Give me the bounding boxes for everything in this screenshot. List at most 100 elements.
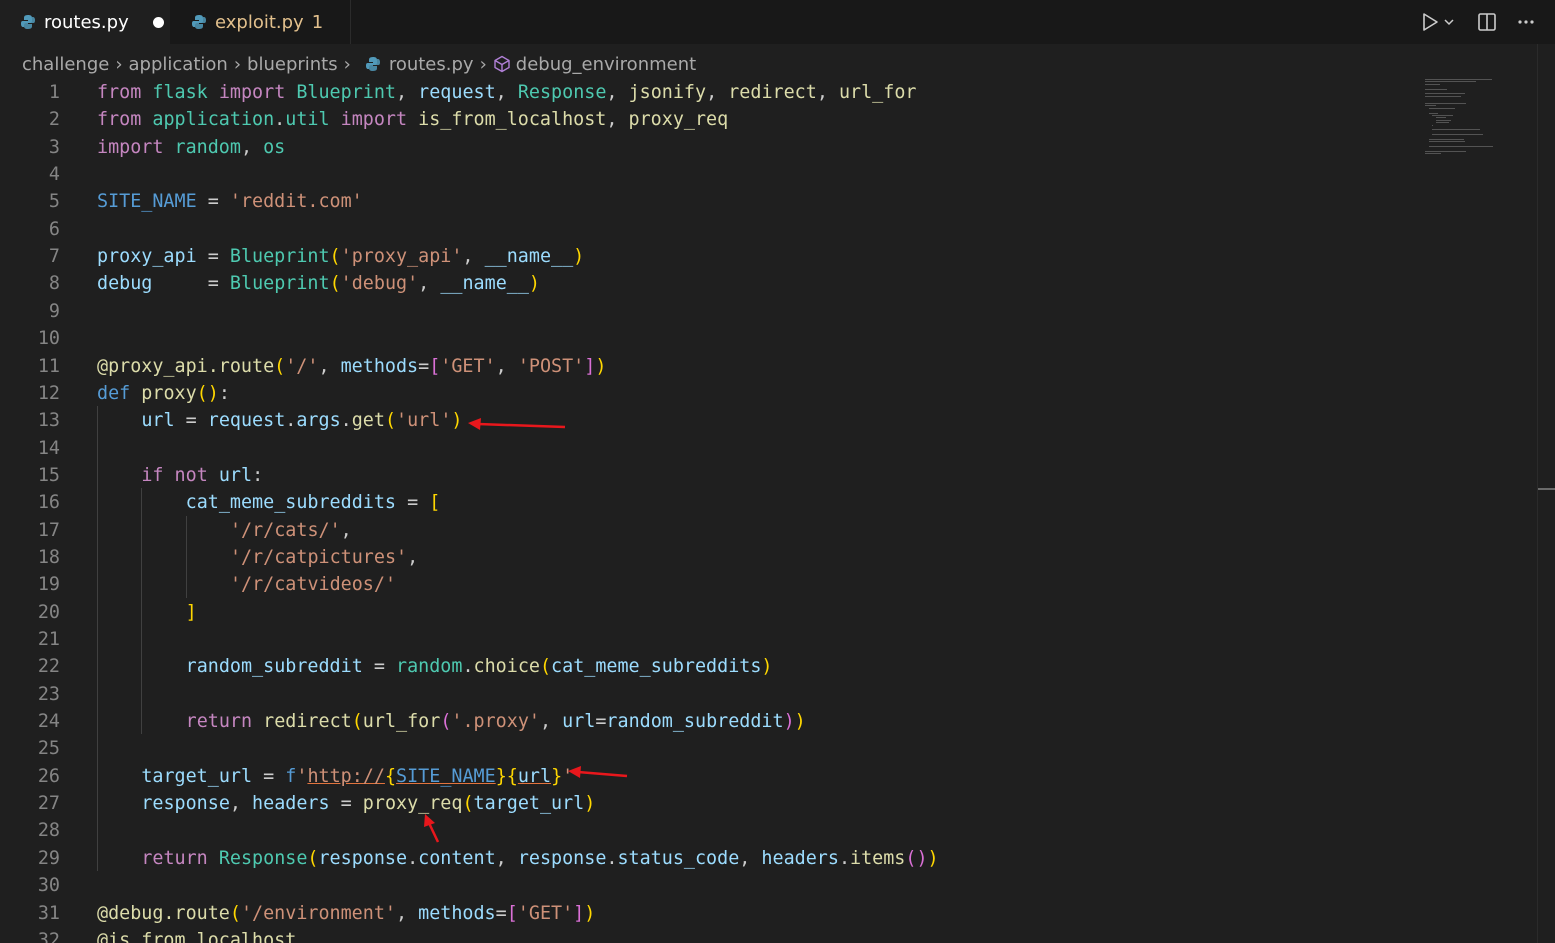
- code-text: random_subreddit = random.choice(cat_mem…: [185, 656, 773, 678]
- breadcrumb-item-application[interactable]: application: [129, 54, 228, 75]
- code-line[interactable]: 19 '/r/catvideos/': [0, 571, 1537, 598]
- chevron-right-icon: ›: [115, 53, 123, 75]
- line-number: 7: [48, 246, 60, 268]
- code-text: '/r/cats/',: [229, 519, 352, 541]
- chevron-down-icon[interactable]: [1443, 16, 1455, 28]
- code-text: import random, os: [97, 136, 286, 158]
- line-number: 31: [37, 902, 60, 924]
- minimap-line: [1432, 134, 1483, 136]
- line-number: 10: [37, 328, 60, 350]
- code-line[interactable]: 20 ]: [0, 599, 1537, 626]
- line-number: 4: [48, 164, 60, 186]
- breadcrumb-item-routes-py[interactable]: routes.py: [389, 54, 474, 75]
- line-number: 12: [37, 382, 60, 404]
- vertical-scrollbar[interactable]: [1537, 44, 1555, 943]
- python-file-icon: [365, 56, 381, 72]
- chevron-right-icon: ›: [343, 53, 351, 75]
- code-line[interactable]: 26 target_url = f'http://{SITE_NAME}{url…: [0, 763, 1537, 790]
- unsaved-dot-icon[interactable]: [152, 16, 164, 28]
- code-line[interactable]: 7 proxy_api = Blueprint('proxy_api', __na…: [0, 243, 1537, 270]
- code-line[interactable]: 21: [0, 626, 1537, 653]
- code-line[interactable]: 23: [0, 681, 1537, 708]
- code-text: from flask import Blueprint, request, Re…: [97, 82, 917, 103]
- cube-method-icon: [493, 55, 511, 73]
- code-text: url = request.args.get('url'): [141, 410, 463, 432]
- code-editor[interactable]: 1 from flask import Blueprint, request, R…: [0, 78, 1537, 943]
- minimap-line: [1425, 93, 1465, 95]
- code-line[interactable]: 25: [0, 735, 1537, 762]
- code-text: return redirect(url_for('.proxy', url=ra…: [185, 711, 806, 733]
- line-number: 5: [48, 191, 60, 213]
- line-number: 25: [37, 738, 60, 760]
- line-number: 3: [48, 136, 60, 158]
- code-text: from application.util import is_from_loc…: [97, 109, 729, 131]
- minimap-line: [1432, 124, 1434, 126]
- code-text: if not url:: [141, 464, 264, 486]
- line-number: 28: [37, 820, 60, 842]
- code-line[interactable]: 22 random_subreddit = random.choice(cat_…: [0, 653, 1537, 680]
- minimap-line: [1435, 122, 1450, 124]
- line-number: 19: [37, 574, 60, 596]
- code-line[interactable]: 10: [0, 325, 1537, 352]
- line-number: 29: [37, 847, 60, 869]
- line-number: 32: [37, 929, 60, 943]
- more-actions-icon[interactable]: [1517, 19, 1535, 25]
- breadcrumb-item-challenge[interactable]: challenge: [22, 54, 109, 75]
- code-line[interactable]: 17 '/r/cats/',: [0, 517, 1537, 544]
- code-line[interactable]: 28: [0, 817, 1537, 844]
- line-number: 22: [37, 656, 60, 678]
- code-line[interactable]: 3 import random, os: [0, 134, 1537, 161]
- code-text: target_url = f'http://{SITE_NAME}{url}': [141, 765, 574, 787]
- minimap-line: [1425, 151, 1466, 152]
- breadcrumb-item-blueprints[interactable]: blueprints: [247, 54, 338, 75]
- tab-label: exploit.py: [215, 11, 304, 33]
- code-line[interactable]: 6: [0, 216, 1537, 243]
- code-line[interactable]: 8 debug = Blueprint('debug', __name__): [0, 270, 1537, 297]
- minimap-line: [1432, 115, 1453, 116]
- minimap-line: [1428, 139, 1464, 140]
- indent-guide: [185, 515, 187, 598]
- python-file-icon: [20, 14, 36, 30]
- code-text: proxy_api = Blueprint('proxy_api', __nam…: [97, 246, 585, 268]
- code-line[interactable]: 13 url = request.args.get('url'): [0, 407, 1537, 434]
- line-number: 18: [37, 546, 60, 568]
- minimap[interactable]: [1425, 78, 1505, 168]
- line-number: 16: [37, 492, 60, 514]
- code-line[interactable]: 24 return redirect(url_for('.proxy', url…: [0, 708, 1537, 735]
- minimap-line: [1425, 95, 1461, 97]
- line-number: 6: [48, 218, 60, 240]
- line-number: 2: [48, 109, 60, 131]
- code-line[interactable]: 32 @is_from_localhost: [0, 927, 1537, 943]
- code-line[interactable]: 4: [0, 161, 1537, 188]
- code-line[interactable]: 18 '/r/catpictures',: [0, 544, 1537, 571]
- minimap-line: [1435, 119, 1452, 121]
- tab-routes-py[interactable]: routes.py: [0, 0, 170, 44]
- run-icon[interactable]: [1421, 12, 1439, 32]
- indent-guide: [141, 488, 143, 735]
- code-line[interactable]: 15 if not url:: [0, 462, 1537, 489]
- minimap-line: [1435, 117, 1446, 119]
- code-line[interactable]: 2 from application.util import is_from_lo…: [0, 106, 1537, 133]
- code-text: return Response(response.content, respon…: [141, 847, 939, 869]
- minimap-line: [1428, 146, 1494, 148]
- problem-count-badge: 1: [311, 11, 324, 33]
- code-text: response, headers = proxy_req(target_url…: [141, 793, 596, 815]
- code-line[interactable]: 12 def proxy():: [0, 380, 1537, 407]
- code-line[interactable]: 9: [0, 298, 1537, 325]
- minimap-line: [1428, 112, 1439, 114]
- code-line[interactable]: 31 @debug.route('/environment', methods=[…: [0, 900, 1537, 927]
- code-line[interactable]: 29 return Response(response.content, res…: [0, 845, 1537, 872]
- minimap-line: [1432, 129, 1480, 131]
- code-line[interactable]: 5 SITE_NAME = 'reddit.com': [0, 188, 1537, 215]
- line-number: 11: [37, 355, 60, 377]
- split-editor-icon[interactable]: [1477, 12, 1497, 32]
- code-line[interactable]: 16 cat_meme_subreddits = [: [0, 489, 1537, 516]
- breadcrumb-item-debug-environment[interactable]: debug_environment: [516, 54, 696, 75]
- code-line[interactable]: 30: [0, 872, 1537, 899]
- code-line[interactable]: 1 from flask import Blueprint, request, R…: [0, 79, 1537, 106]
- code-line[interactable]: 14: [0, 435, 1537, 462]
- line-number: 20: [37, 601, 60, 623]
- code-line[interactable]: 11 @proxy_api.route('/', methods=['GET', …: [0, 353, 1537, 380]
- code-line[interactable]: 27 response, headers = proxy_req(target_…: [0, 790, 1537, 817]
- tab-exploit-py[interactable]: exploit.py 1: [171, 0, 351, 44]
